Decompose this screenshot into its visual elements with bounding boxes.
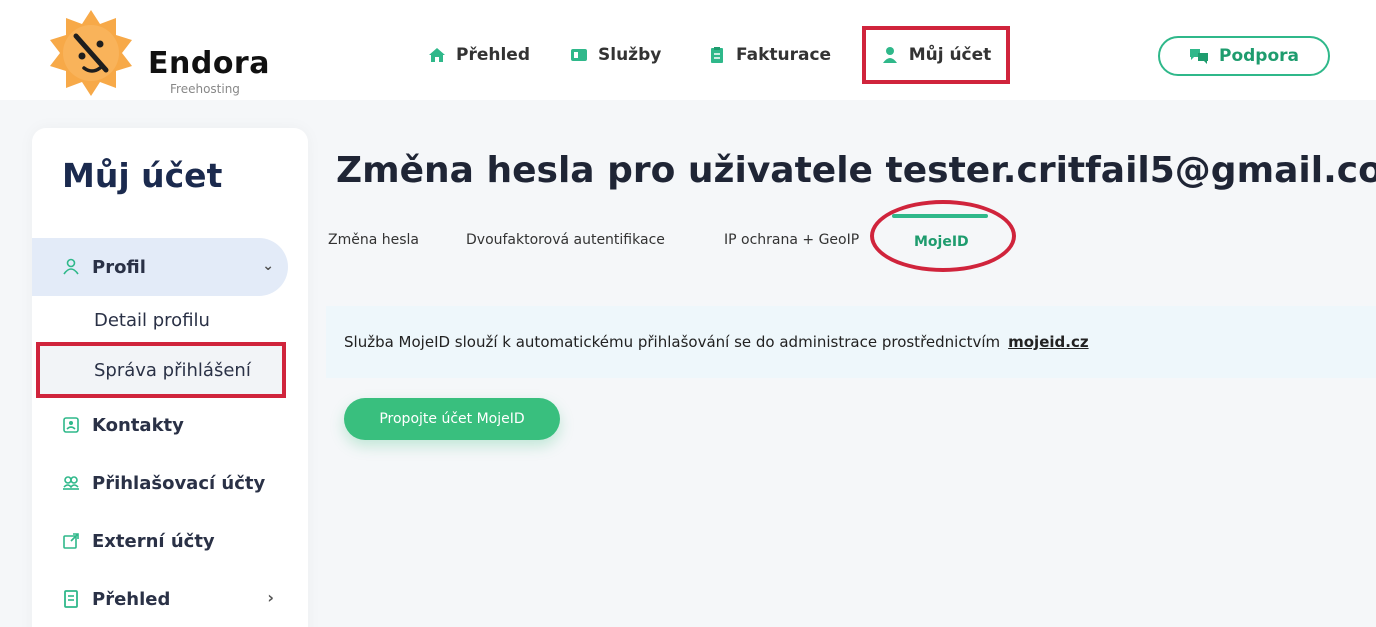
brand-subtitle: Freehosting (170, 82, 240, 96)
tab-dvoufaktorova[interactable]: Dvoufaktorová autentifikace (466, 232, 665, 248)
tab-zmena-hesla[interactable]: Změna hesla (328, 232, 419, 248)
sidebar-subitem-sprava-prihlaseni[interactable]: Správa přihlášení (94, 360, 251, 381)
nav-item-muj-ucet[interactable]: Můj účet (862, 26, 1010, 84)
app-root: Endora Freehosting Přehled Služby Faktur… (0, 0, 1376, 627)
sidebar-item-label: Externí účty (92, 530, 215, 552)
nav-item-fakturace[interactable]: Fakturace (708, 26, 831, 84)
mojeid-link[interactable]: mojeid.cz (1008, 333, 1088, 351)
nav-item-label: Můj účet (908, 45, 992, 65)
nav-item-prehled[interactable]: Přehled (428, 26, 530, 84)
brand-logo[interactable]: Endora Freehosting (48, 10, 278, 100)
highlight-circle-mojeid (870, 200, 1016, 272)
account-sidebar: Můj účet Profil ⌄ Detail profilu Správa … (32, 128, 308, 627)
chat-icon (1189, 49, 1208, 64)
mojeid-info-box: Služba MojeID slouží k automatickému při… (326, 306, 1376, 378)
sidebar-item-kontakty[interactable]: Kontakty (32, 396, 288, 454)
chevron-down-icon: ⌄ (262, 258, 274, 274)
sidebar-item-externi-ucty[interactable]: Externí účty (32, 512, 288, 570)
sidebar-item-profil[interactable]: Profil ⌄ (32, 238, 288, 296)
sidebar-item-prehled[interactable]: Přehled › (32, 570, 288, 627)
accounts-icon (63, 476, 79, 490)
support-label: Podpora (1218, 46, 1299, 66)
invoice-icon (711, 47, 723, 63)
sidebar-item-label: Přihlašovací účty (92, 472, 266, 494)
sidebar-item-label: Přehled (92, 588, 171, 610)
user-icon (882, 47, 897, 63)
endora-logo-icon (50, 10, 132, 96)
page-title: Změna hesla pro uživatele tester.critfai… (336, 150, 1376, 191)
nav-item-label: Přehled (456, 45, 531, 65)
support-button[interactable]: Podpora (1158, 36, 1330, 76)
tab-ip-ochrana[interactable]: IP ochrana + GeoIP (724, 232, 859, 248)
info-text: Služba MojeID slouží k automatickému při… (344, 333, 1001, 351)
security-tabs: Změna hesla Dvoufaktorová autentifikace … (326, 200, 1086, 274)
user-outline-icon (63, 258, 79, 275)
sidebar-item-prihlasovaci-ucty[interactable]: Přihlašovací účty (32, 454, 288, 512)
sidebar-item-label: Profil (92, 256, 146, 278)
sidebar-item-label: Kontakty (92, 414, 184, 436)
home-icon (429, 48, 445, 62)
top-header: Endora Freehosting Přehled Služby Faktur… (0, 0, 1376, 100)
sidebar-subitem-detail-profilu[interactable]: Detail profilu (94, 310, 210, 331)
services-icon (571, 49, 587, 61)
external-link-icon (63, 533, 79, 549)
connect-mojeid-button[interactable]: Propojte účet MojeID (344, 398, 560, 440)
contacts-icon (63, 417, 79, 433)
document-icon (64, 590, 78, 608)
sidebar-title: Můj účet (62, 156, 223, 195)
nav-item-sluzby[interactable]: Služby (570, 26, 661, 84)
brand-name: Endora (148, 46, 270, 81)
chevron-right-icon: › (267, 588, 274, 607)
nav-item-label: Fakturace (736, 45, 832, 65)
nav-item-label: Služby (598, 45, 662, 65)
